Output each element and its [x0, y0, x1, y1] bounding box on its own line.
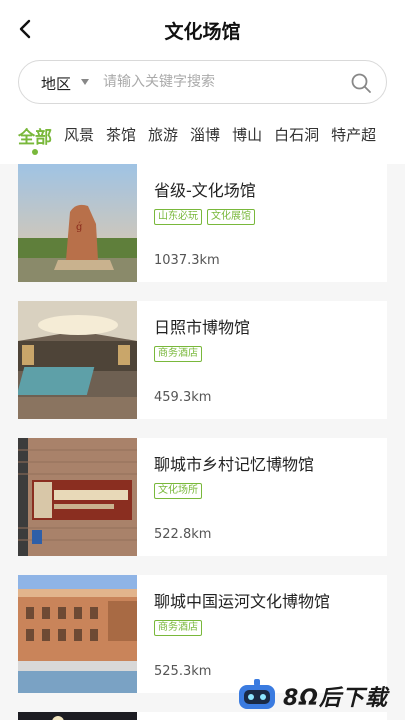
tab-category[interactable]: 白石洞 — [274, 124, 319, 148]
venue-distance: 1037.3km — [154, 253, 220, 268]
venue-distance: 459.3km — [154, 390, 212, 405]
venue-tags: 山东必玩 文化展馆 — [154, 209, 260, 225]
venue-title: 日照市博物馆 — [154, 318, 251, 337]
venue-thumbnail — [18, 301, 137, 419]
search-bar: 地区 — [18, 60, 387, 104]
venue-thumbnail — [18, 438, 137, 556]
category-tabs: 全部 风景 茶馆 旅游 淄博 博山 白石洞 特产超 — [0, 114, 405, 164]
venue-thumbnail — [18, 712, 137, 720]
list-item[interactable]: 聊城市乡村记忆博物馆 文化场所 522.8km — [18, 438, 387, 556]
venue-distance: 522.8km — [154, 527, 212, 542]
venue-tag: 文化场所 — [154, 483, 202, 499]
tab-category[interactable]: 风景 — [64, 124, 94, 148]
venue-thumbnail — [18, 575, 137, 693]
venue-tag: 文化展馆 — [207, 209, 255, 225]
svg-text:ǵ: ǵ — [76, 222, 83, 233]
venue-tag: 商务酒店 — [154, 346, 202, 362]
search-input[interactable] — [103, 70, 343, 94]
venue-tags: 文化场所 — [154, 483, 207, 499]
list-item[interactable]: ǵ 省级-文化场馆 山东必玩 文化展馆 1037.3km — [18, 164, 387, 282]
region-selector[interactable]: 地区 — [41, 73, 71, 94]
top-bar: 文化场馆 — [0, 0, 405, 58]
venue-title: 省级-文化场馆 — [154, 181, 256, 200]
watermark-logo: 8Ω后下载 — [237, 676, 397, 716]
venue-tag: 商务酒店 — [154, 620, 202, 636]
list-item[interactable]: 日照市博物馆 商务酒店 459.3km — [18, 301, 387, 419]
tab-category[interactable]: 博山 — [232, 124, 262, 148]
active-tab-indicator — [32, 149, 38, 155]
venue-tags: 商务酒店 — [154, 620, 207, 636]
tab-category[interactable]: 茶馆 — [106, 124, 136, 148]
tab-category[interactable]: 淄博 — [190, 124, 220, 148]
watermark-text: 8Ω后下载 — [283, 686, 389, 711]
page-title: 文化场馆 — [164, 21, 241, 43]
caret-down-icon[interactable] — [81, 79, 89, 85]
venue-title: 聊城市乡村记忆博物馆 — [154, 455, 315, 474]
venue-list: ǵ 省级-文化场馆 山东必玩 文化展馆 1037.3km 日照市博物馆 商务酒店 — [18, 164, 387, 720]
tab-category[interactable]: 特产超 — [331, 124, 376, 148]
search-area: 地区 — [0, 58, 405, 114]
venue-thumbnail: ǵ — [18, 164, 137, 282]
tab-category[interactable]: 旅游 — [148, 124, 178, 148]
tab-category[interactable]: 全部 — [18, 123, 52, 155]
venue-distance: 525.3km — [154, 664, 212, 679]
venue-tags: 商务酒店 — [154, 346, 207, 362]
robot-logo-icon — [239, 679, 275, 709]
search-icon[interactable] — [350, 72, 372, 94]
venue-tag: 山东必玩 — [154, 209, 202, 225]
venue-title: 聊城中国运河文化博物馆 — [154, 592, 331, 611]
